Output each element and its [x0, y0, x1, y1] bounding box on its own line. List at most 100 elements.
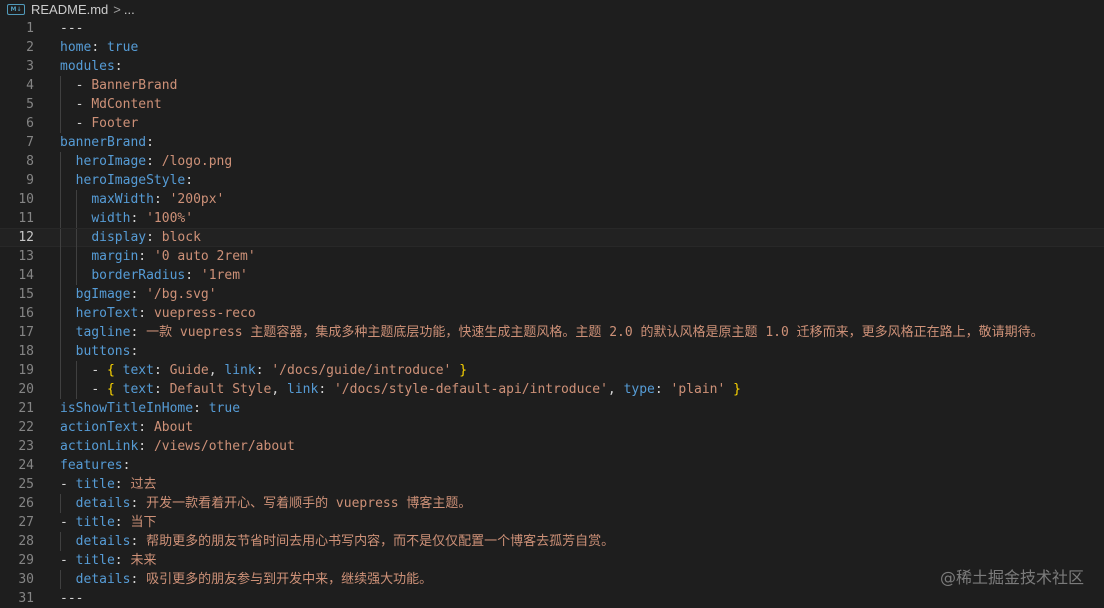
line-number: 20	[18, 382, 34, 397]
breadcrumb-ellipsis[interactable]: ...	[124, 2, 135, 17]
code-token: '200px'	[169, 192, 225, 207]
code-token: title	[75, 477, 115, 492]
code-line[interactable]: 30 details: 吸引更多的朋友参与到开发中来，继续强大功能。	[0, 570, 1104, 589]
code-token: :	[114, 477, 131, 492]
code-token: 一款 vuepress 主题容器，集成多种主题底层功能，快速生成主题风格。主题 …	[146, 325, 1044, 340]
code-line[interactable]: 15 bgImage: '/bg.svg'	[0, 285, 1104, 304]
code-line[interactable]: 11 width: '100%'	[0, 209, 1104, 228]
code-line[interactable]: 24 features:	[0, 456, 1104, 475]
code-token: title	[75, 515, 115, 530]
code-text: bannerBrand:	[60, 133, 154, 152]
code-line[interactable]: 5 - MdContent	[0, 95, 1104, 114]
code-token: -	[91, 382, 107, 397]
code-line[interactable]: 1 ---	[0, 19, 1104, 38]
code-token: :	[153, 382, 170, 397]
line-number: 31	[18, 591, 34, 606]
code-line[interactable]: 12 display: block	[0, 228, 1104, 248]
code-line[interactable]: 9 heroImageStyle:	[0, 171, 1104, 190]
code-text: bgImage: '/bg.svg'	[60, 285, 217, 304]
code-token: Guide	[169, 363, 209, 378]
code-line[interactable]: 16 heroText: vuepress-reco	[0, 304, 1104, 323]
code-token: 未来	[130, 553, 157, 568]
code-line[interactable]: 14 borderRadius: '1rem'	[0, 266, 1104, 285]
code-line[interactable]: 7 bannerBrand:	[0, 133, 1104, 152]
code-text: maxWidth: '200px'	[60, 190, 224, 209]
code-token: ,	[607, 382, 624, 397]
code-token: isShowTitleInHome	[60, 401, 194, 416]
line-number: 21	[18, 401, 34, 416]
code-token: true	[106, 40, 139, 55]
code-token: ,	[208, 363, 225, 378]
code-line[interactable]: 2 home: true	[0, 38, 1104, 57]
code-token: '/docs/guide/introduce'	[271, 363, 452, 378]
code-text: heroText: vuepress-reco	[60, 304, 256, 323]
code-text: - MdContent	[60, 95, 162, 114]
code-token: 过去	[130, 477, 157, 492]
code-token: '0 auto 2rem'	[153, 249, 256, 264]
line-number: 17	[18, 325, 34, 340]
code-line[interactable]: 20 - { text: Default Style, link: '/docs…	[0, 380, 1104, 399]
code-text: actionLink: /views/other/about	[60, 437, 295, 456]
code-text: - title: 未来	[60, 551, 156, 570]
code-line[interactable]: 19 - { text: Guide, link: '/docs/guide/i…	[0, 361, 1104, 380]
code-line[interactable]: 18 buttons:	[0, 342, 1104, 361]
code-line[interactable]: 27 - title: 当下	[0, 513, 1104, 532]
code-token: heroImage	[75, 154, 147, 169]
code-line[interactable]: 3 modules:	[0, 57, 1104, 76]
line-number: 9	[26, 173, 34, 188]
breadcrumb-file[interactable]: README.md	[31, 2, 108, 17]
line-number: 24	[18, 458, 34, 473]
line-number: 11	[18, 211, 34, 226]
code-line[interactable]: 6 - Footer	[0, 114, 1104, 133]
code-line[interactable]: 10 maxWidth: '200px'	[0, 190, 1104, 209]
code-line[interactable]: 13 margin: '0 auto 2rem'	[0, 247, 1104, 266]
code-text: - Footer	[60, 114, 139, 133]
code-token: display	[91, 230, 147, 245]
code-text: tagline: 一款 vuepress 主题容器，集成多种主题底层功能，快速生…	[60, 323, 1044, 342]
code-token: :	[153, 192, 170, 207]
code-text: - { text: Guide, link: '/docs/guide/intr…	[60, 361, 467, 380]
code-line[interactable]: 22 actionText: About	[0, 418, 1104, 437]
code-text: borderRadius: '1rem'	[60, 266, 248, 285]
code-text: ---	[60, 589, 83, 608]
code-line[interactable]: 28 details: 帮助更多的朋友节省时间去用心书写内容，而不是仅仅配置一个…	[0, 532, 1104, 551]
code-token: tagline	[75, 325, 131, 340]
code-text: buttons:	[60, 342, 139, 361]
code-token: 吸引更多的朋友参与到开发中来，继续强大功能。	[146, 572, 433, 587]
code-line[interactable]: 17 tagline: 一款 vuepress 主题容器，集成多种主题底层功能，…	[0, 323, 1104, 342]
code-line[interactable]: 4 - BannerBrand	[0, 76, 1104, 95]
code-token: }	[451, 363, 468, 378]
code-line[interactable]: 31 ---	[0, 589, 1104, 608]
code-token: :	[130, 496, 147, 511]
line-number: 26	[18, 496, 34, 511]
code-token: -	[60, 553, 76, 568]
code-line[interactable]: 21 isShowTitleInHome: true	[0, 399, 1104, 418]
code-editor[interactable]: 1 --- 2 home: true 3 modules: 4 - BannerBrand 5…	[0, 19, 1104, 608]
code-line[interactable]: 23 actionLink: /views/other/about	[0, 437, 1104, 456]
code-line[interactable]: 8 heroImage: /logo.png	[0, 152, 1104, 171]
code-token: -	[60, 515, 76, 530]
code-token: :	[185, 268, 201, 283]
code-token: text	[122, 363, 154, 378]
code-token: 当下	[130, 515, 157, 530]
line-number: 5	[26, 97, 34, 112]
line-number: 6	[26, 116, 34, 131]
code-token: }	[725, 382, 741, 397]
code-token: :	[130, 572, 147, 587]
code-line[interactable]: 29 - title: 未来	[0, 551, 1104, 570]
code-token: features	[60, 458, 123, 473]
code-token: borderRadius	[91, 268, 186, 283]
code-token: -	[75, 116, 92, 131]
line-number: 7	[26, 135, 34, 150]
code-token: /logo.png	[161, 154, 233, 169]
line-number: 29	[18, 553, 34, 568]
code-line[interactable]: 25 - title: 过去	[0, 475, 1104, 494]
code-text: details: 开发一款看着开心、写着顺手的 vuepress 博客主题。	[60, 494, 472, 513]
code-token: {	[106, 363, 123, 378]
code-token: :	[146, 135, 154, 150]
code-token: :	[138, 420, 154, 435]
code-line[interactable]: 26 details: 开发一款看着开心、写着顺手的 vuepress 博客主题…	[0, 494, 1104, 513]
code-token: /views/other/about	[153, 439, 295, 454]
code-token: type	[623, 382, 655, 397]
code-text: - BannerBrand	[60, 76, 178, 95]
